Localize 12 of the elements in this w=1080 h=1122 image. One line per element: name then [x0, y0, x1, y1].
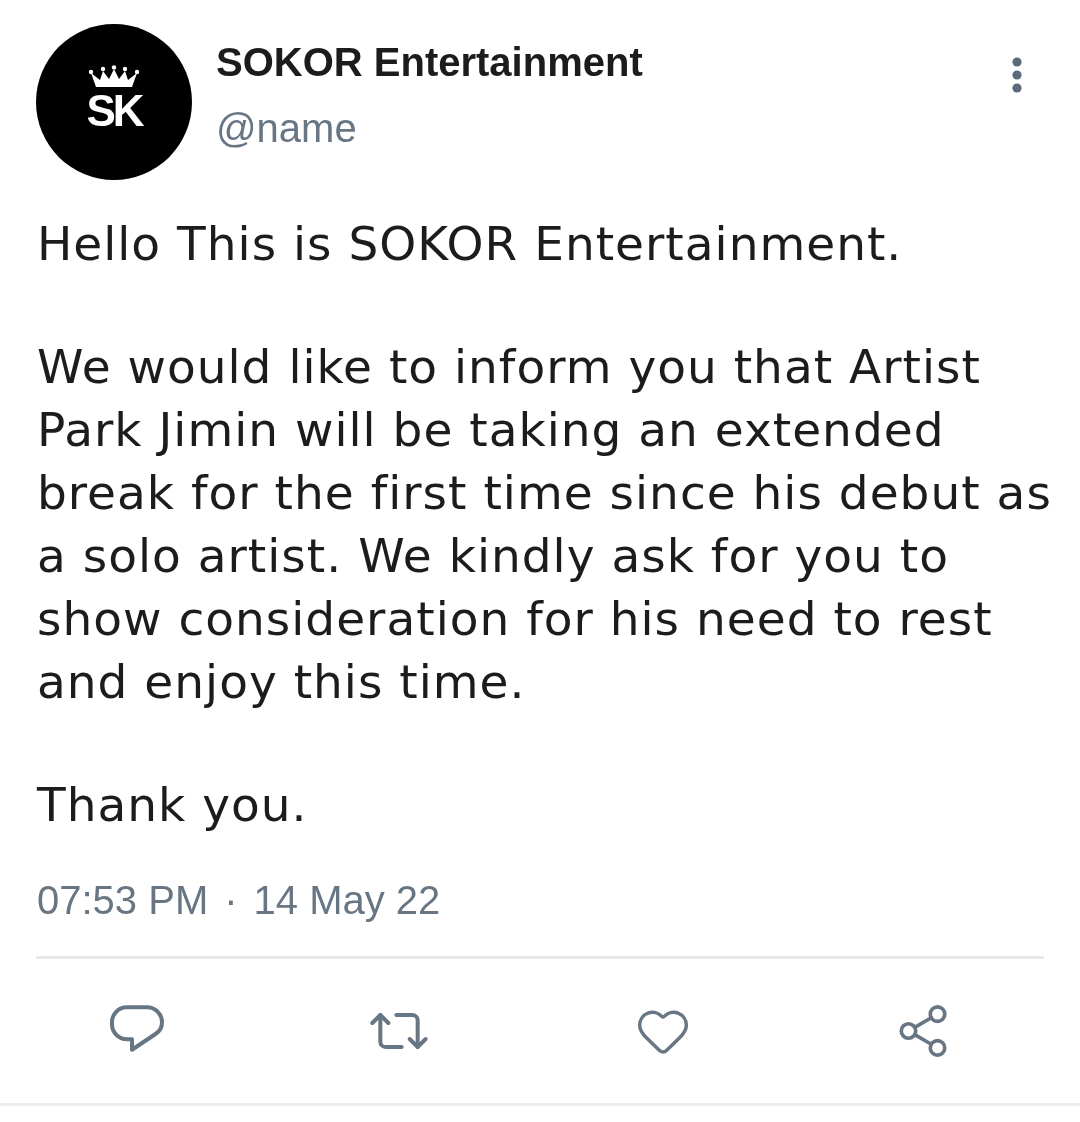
account-handle: @name — [216, 105, 358, 152]
crown-icon — [88, 65, 140, 89]
logo-monogram: SK — [86, 89, 142, 133]
account-name: SOKOR Entertainment — [216, 39, 643, 86]
separator-dot: · — [224, 877, 238, 924]
post-paragraph: We would like to inform you that Artist Park Jimin will be taking an extended break for the first time since his debut as a solo artist. We kindly ask for you to show consideration for his need to rest and enjoy this time. — [37, 338, 1053, 711]
post-paragraph: Thank you. — [37, 776, 309, 834]
post-time: 07:53 PM — [37, 877, 209, 924]
post-date: 14 May 22 — [253, 877, 441, 924]
post-paragraph: Hello This is SOKOR Entertainment. — [37, 215, 904, 273]
more-options-button[interactable] — [1012, 57, 1022, 93]
more-icon — [1012, 57, 1022, 93]
